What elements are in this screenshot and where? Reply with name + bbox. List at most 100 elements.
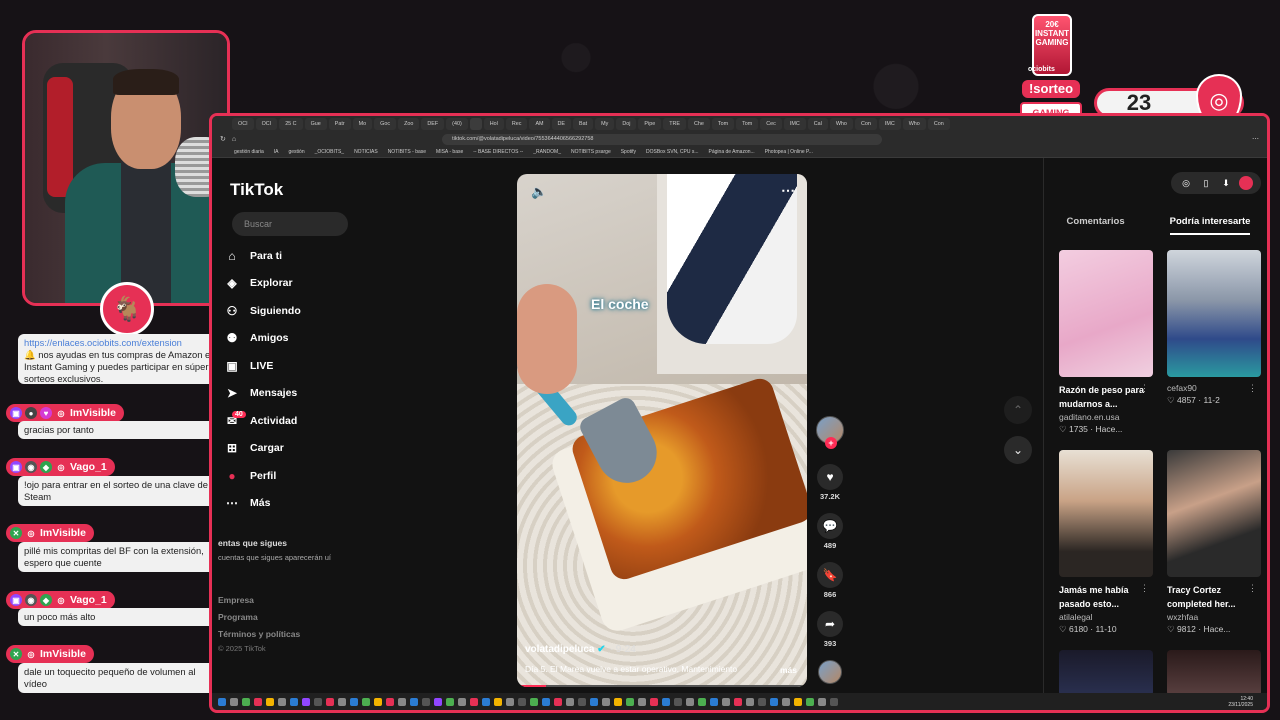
browser-tab[interactable]: Gue xyxy=(304,118,327,130)
share-button[interactable]: ➦ xyxy=(817,611,843,637)
taskbar-app-icon[interactable] xyxy=(650,697,658,706)
profile-avatar[interactable] xyxy=(1239,176,1253,190)
browser-tab[interactable]: (40) xyxy=(446,118,468,130)
taskbar-app-icon[interactable] xyxy=(434,697,442,706)
creator-avatar[interactable]: + xyxy=(816,416,844,449)
taskbar-app-icon[interactable] xyxy=(314,697,322,706)
taskbar-app-icon[interactable] xyxy=(722,697,730,706)
taskbar-app-icon[interactable] xyxy=(458,697,466,706)
download-icon[interactable]: ⬇ xyxy=(1219,176,1233,190)
card-author[interactable]: gaditano.en.usa xyxy=(1059,412,1153,422)
taskbar-app-icon[interactable] xyxy=(710,697,718,706)
browser-tab[interactable]: IMC xyxy=(878,118,901,130)
browser-tab[interactable]: Tom xyxy=(711,118,735,130)
browser-tab[interactable]: Mo xyxy=(352,118,373,130)
taskbar-app-icon[interactable] xyxy=(638,697,646,706)
bookmark-item[interactable]: Photopea | Online P... xyxy=(765,149,813,155)
taskbar-app-icon[interactable] xyxy=(302,697,310,706)
sidebar-item-mensajes[interactable]: ➤ Mensajes xyxy=(224,380,301,408)
browser-tab[interactable]: Bat xyxy=(573,118,594,130)
bookmark-item[interactable]: NOTIBITS psarge xyxy=(571,149,611,155)
video-card[interactable]: cefax90 ♡ 4857 · 11-2 ⋮ xyxy=(1167,250,1261,406)
taskbar-app-icon[interactable] xyxy=(590,697,598,706)
card-author[interactable]: cefax90 xyxy=(1167,383,1261,393)
card-more-icon[interactable]: ⋮ xyxy=(1140,383,1149,394)
tab-recommended[interactable]: Podría interesarte xyxy=(1169,216,1251,235)
more-options-icon[interactable]: ⋯ xyxy=(781,182,795,199)
taskbar-app-icon[interactable] xyxy=(326,697,334,706)
search-input[interactable]: Buscar xyxy=(232,212,348,236)
taskbar-app-icon[interactable] xyxy=(254,697,262,706)
footer-link[interactable]: Programa xyxy=(218,609,300,626)
next-video-button[interactable]: ⌄ xyxy=(1004,436,1032,464)
taskbar-app-icon[interactable] xyxy=(686,697,694,706)
browser-tab[interactable]: Che xyxy=(688,118,710,130)
taskbar-app-icon[interactable] xyxy=(446,697,454,706)
sidebar-item-para-ti[interactable]: ⌂ Para ti xyxy=(224,242,301,270)
taskbar-app-icon[interactable] xyxy=(794,697,802,706)
taskbar-app-icon[interactable] xyxy=(674,697,682,706)
sidebar-item-live[interactable]: ▣ LIVE xyxy=(224,352,301,380)
sidebar-item-amigos[interactable]: ⚉ Amigos xyxy=(224,325,301,353)
browser-tab[interactable]: 25 C xyxy=(279,118,303,130)
taskbar-app-icon[interactable] xyxy=(350,697,358,706)
footer-link[interactable]: Empresa xyxy=(218,592,300,609)
url-input[interactable]: tiktok.com/@volatadipeluca/video/7553644… xyxy=(442,133,883,145)
taskbar-app-icon[interactable] xyxy=(410,697,418,706)
card-more-icon[interactable]: ⋮ xyxy=(1248,383,1257,394)
taskbar-app-icon[interactable] xyxy=(362,697,370,706)
taskbar-app-icon[interactable] xyxy=(614,697,622,706)
taskbar-app-icon[interactable] xyxy=(374,697,382,706)
taskbar-app-icon[interactable] xyxy=(266,697,274,706)
browser-tab[interactable]: Goc xyxy=(374,118,397,130)
taskbar-app-icon[interactable] xyxy=(662,697,670,706)
taskbar-app-icon[interactable] xyxy=(290,697,298,706)
video-card[interactable]: Tracy Cortez completed her... wxzhfaa ♡ … xyxy=(1167,450,1261,635)
browser-tab[interactable]: IMC xyxy=(783,118,806,130)
taskbar-app-icon[interactable] xyxy=(494,697,502,706)
video-card[interactable]: Razón de peso para mudarnos a... gaditan… xyxy=(1059,250,1153,435)
video-thumbnail[interactable] xyxy=(1059,250,1153,377)
taskbar-app-icon[interactable] xyxy=(422,697,430,706)
tiktok-logo[interactable]: TikTok xyxy=(230,180,283,200)
browser-tab[interactable] xyxy=(469,118,482,130)
card-author[interactable]: atilalegal xyxy=(1059,612,1153,622)
browser-tab[interactable]: Cal xyxy=(807,118,828,130)
bookmark-item[interactable]: NOTIBITS - base xyxy=(388,149,426,155)
sidebar-item-cargar[interactable]: ⊞ Cargar xyxy=(224,435,301,463)
card-more-icon[interactable]: ⋮ xyxy=(1248,583,1257,594)
progress-bar[interactable] xyxy=(517,685,546,687)
browser-tab[interactable]: Hol xyxy=(483,118,504,130)
bookmark-item[interactable]: NOTICIAS xyxy=(354,149,378,155)
taskbar-app-icon[interactable] xyxy=(578,697,586,706)
taskbar-app-icon[interactable] xyxy=(542,697,550,706)
card-more-icon[interactable]: ⋮ xyxy=(1140,583,1149,594)
video-thumbnail[interactable] xyxy=(1167,450,1261,577)
bookmark-item[interactable]: Spotify xyxy=(621,149,636,155)
taskbar-app-icon[interactable] xyxy=(482,697,490,706)
bookmark-item[interactable]: _OCIOBITS_ xyxy=(315,149,344,155)
follow-plus-icon[interactable]: + xyxy=(825,437,837,449)
bookmark-item[interactable]: DOSBox SVN, CPU s... xyxy=(646,149,699,155)
browser-tab[interactable]: Who xyxy=(829,118,853,130)
taskbar-app-icon[interactable] xyxy=(746,697,754,706)
taskbar-app-icon[interactable] xyxy=(398,697,406,706)
video-card[interactable]: Jamás me había pasado esto... atilalegal… xyxy=(1059,450,1153,635)
taskbar-app-icon[interactable] xyxy=(278,697,286,706)
taskbar-app-icon[interactable] xyxy=(734,697,742,706)
tab-comments[interactable]: Comentarios xyxy=(1067,216,1125,235)
taskbar-app-icon[interactable] xyxy=(566,697,574,706)
bookmark-item[interactable]: gestión xyxy=(288,149,304,155)
comment-button[interactable]: 💬 xyxy=(817,513,843,539)
taskbar-app-icon[interactable] xyxy=(218,697,226,706)
taskbar-app-icon[interactable] xyxy=(698,697,706,706)
browser-tab[interactable]: Zoo xyxy=(398,118,420,130)
taskbar-app-icon[interactable] xyxy=(506,697,514,706)
taskbar-app-icon[interactable] xyxy=(530,697,538,706)
browser-tab[interactable]: Who xyxy=(902,118,926,130)
taskbar-app-icon[interactable] xyxy=(518,697,526,706)
taskbar-app-icon[interactable] xyxy=(806,697,814,706)
video-thumbnail[interactable] xyxy=(1059,450,1153,577)
browser-tab[interactable]: TRE xyxy=(663,118,686,130)
bookmark-item[interactable]: Página de Amazon... xyxy=(709,149,755,155)
